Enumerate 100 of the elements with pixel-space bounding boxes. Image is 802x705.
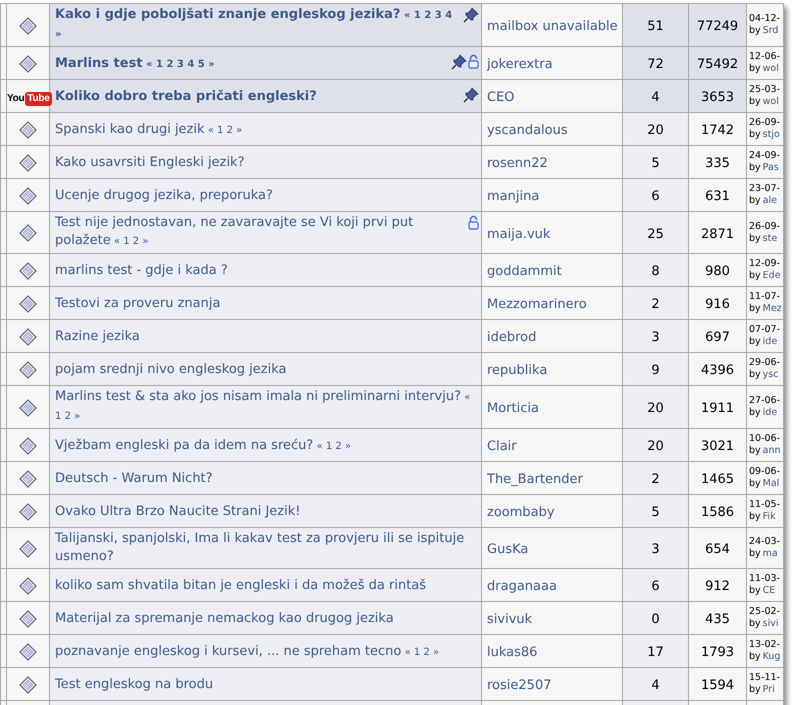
- replies-count: 25: [647, 226, 664, 242]
- previous-page-link[interactable]: «: [404, 646, 411, 658]
- last-post-date: 12-09-: [749, 258, 782, 270]
- by-label: by: [749, 129, 761, 141]
- page-link[interactable]: 4: [187, 58, 194, 70]
- previous-page-link[interactable]: «: [464, 392, 470, 403]
- topic-icon: [17, 326, 39, 347]
- next-page-link[interactable]: »: [55, 29, 62, 40]
- by-label: by: [749, 25, 761, 37]
- previous-page-link[interactable]: «: [208, 124, 214, 136]
- page-link[interactable]: 1: [123, 236, 130, 247]
- last-poster-link[interactable]: Pas: [762, 162, 779, 174]
- last-poster-link[interactable]: ann: [762, 445, 781, 457]
- replies-count: 20: [647, 123, 664, 138]
- last-poster-link[interactable]: Fik: [762, 511, 776, 523]
- last-poster-link[interactable]: CE: [762, 585, 776, 597]
- views-count: 2871: [700, 226, 734, 242]
- author-link[interactable]: Clair: [487, 439, 517, 454]
- next-page-link[interactable]: »: [74, 411, 80, 422]
- last-poster-link[interactable]: Ede: [762, 270, 781, 282]
- previous-page-link[interactable]: «: [316, 440, 323, 452]
- page-link[interactable]: 4: [445, 10, 452, 21]
- last-poster-link[interactable]: Mal: [762, 478, 780, 490]
- page-link[interactable]: 1: [217, 124, 224, 136]
- page-link[interactable]: 2: [132, 236, 140, 247]
- topic-icon: [17, 674, 39, 695]
- last-poster-link[interactable]: Srd: [762, 25, 778, 37]
- by-label: by: [749, 336, 761, 348]
- replies-count: 9: [651, 363, 660, 378]
- author-link[interactable]: Morticia: [487, 401, 539, 416]
- page-link[interactable]: 5: [198, 58, 205, 70]
- page-link[interactable]: 1: [414, 646, 420, 658]
- last-poster-link[interactable]: sivi: [762, 618, 779, 630]
- page-link[interactable]: 1: [414, 10, 421, 21]
- author-link[interactable]: GusKa: [487, 542, 528, 557]
- page-link[interactable]: 2: [424, 10, 432, 21]
- views-count: 980: [705, 264, 730, 279]
- last-poster-link[interactable]: Mez: [762, 303, 782, 315]
- last-poster-link[interactable]: ide: [762, 407, 778, 419]
- pin-icon: [463, 7, 479, 23]
- by-label: by: [749, 618, 761, 630]
- replies-count: 20: [647, 439, 664, 454]
- last-poster-link[interactable]: wol: [762, 63, 779, 75]
- topic-icon: [17, 152, 39, 173]
- last-post-date: 11-07-: [749, 291, 782, 303]
- page-link[interactable]: 1: [156, 58, 163, 70]
- next-page-link[interactable]: »: [142, 236, 148, 247]
- previous-page-link[interactable]: «: [114, 236, 120, 247]
- previous-page-link[interactable]: «: [146, 58, 152, 70]
- topic-icon: [17, 468, 39, 489]
- last-poster-link[interactable]: Pri: [762, 684, 775, 696]
- replies-count: 17: [647, 645, 664, 660]
- replies-count: 20: [647, 401, 664, 416]
- next-page-link[interactable]: »: [208, 58, 215, 70]
- author-link[interactable]: maija.vuk: [487, 226, 550, 242]
- topic-icon: [17, 502, 39, 522]
- next-page-link[interactable]: »: [236, 124, 242, 136]
- last-poster-link[interactable]: ale: [762, 195, 777, 207]
- topic-icon: [17, 120, 39, 140]
- page-link[interactable]: 3: [176, 58, 184, 70]
- page-link[interactable]: 2: [64, 411, 71, 422]
- topic-title-link[interactable]: Deutsch - Warum Nicht?: [55, 470, 213, 488]
- replies-count: 8: [651, 264, 660, 279]
- page-link[interactable]: 2: [166, 58, 174, 70]
- page-link[interactable]: 2: [226, 124, 233, 136]
- by-label: by: [749, 162, 761, 174]
- page-link[interactable]: 2: [335, 440, 342, 452]
- last-poster-link[interactable]: Kug: [762, 651, 780, 663]
- views-count: 1594: [700, 678, 734, 693]
- page-link[interactable]: 1: [326, 440, 332, 452]
- last-post-date: 10-06-: [749, 433, 782, 445]
- author-link[interactable]: manjina: [487, 189, 540, 204]
- next-page-link[interactable]: »: [433, 646, 440, 658]
- last-poster-link[interactable]: ste: [762, 232, 778, 244]
- next-page-link[interactable]: »: [344, 440, 352, 452]
- topic-icon: [17, 398, 39, 418]
- last-poster-link[interactable]: ide: [762, 336, 778, 348]
- topic-title-link[interactable]: Razine jezika: [55, 328, 140, 346]
- last-poster-link[interactable]: ma: [762, 548, 778, 560]
- previous-page-link[interactable]: «: [404, 10, 410, 21]
- last-poster-link[interactable]: wol: [762, 96, 779, 108]
- last-post-date: 11-05-: [749, 499, 782, 511]
- page-link[interactable]: 3: [434, 10, 442, 21]
- author-link[interactable]: CEO: [487, 90, 515, 105]
- author-link[interactable]: idebrod: [487, 330, 536, 345]
- views-count: 3021: [700, 439, 734, 454]
- last-poster-link[interactable]: stjo: [762, 129, 780, 141]
- pin-icon: [451, 54, 467, 70]
- author-link[interactable]: lukas86: [487, 645, 538, 660]
- page-link[interactable]: 1: [55, 411, 62, 422]
- topic-icon: [17, 223, 39, 244]
- replies-count: 72: [647, 57, 664, 72]
- views-count: 631: [705, 189, 730, 204]
- last-post-date: 12-06-: [749, 51, 782, 63]
- last-poster-link[interactable]: ysc: [762, 369, 778, 381]
- page-link[interactable]: 2: [423, 646, 430, 658]
- author-link[interactable]: sivivuk: [487, 612, 532, 627]
- author-link[interactable]: rosenn22: [487, 156, 548, 171]
- replies-count: 5: [651, 156, 660, 171]
- author-link[interactable]: republika: [487, 363, 548, 378]
